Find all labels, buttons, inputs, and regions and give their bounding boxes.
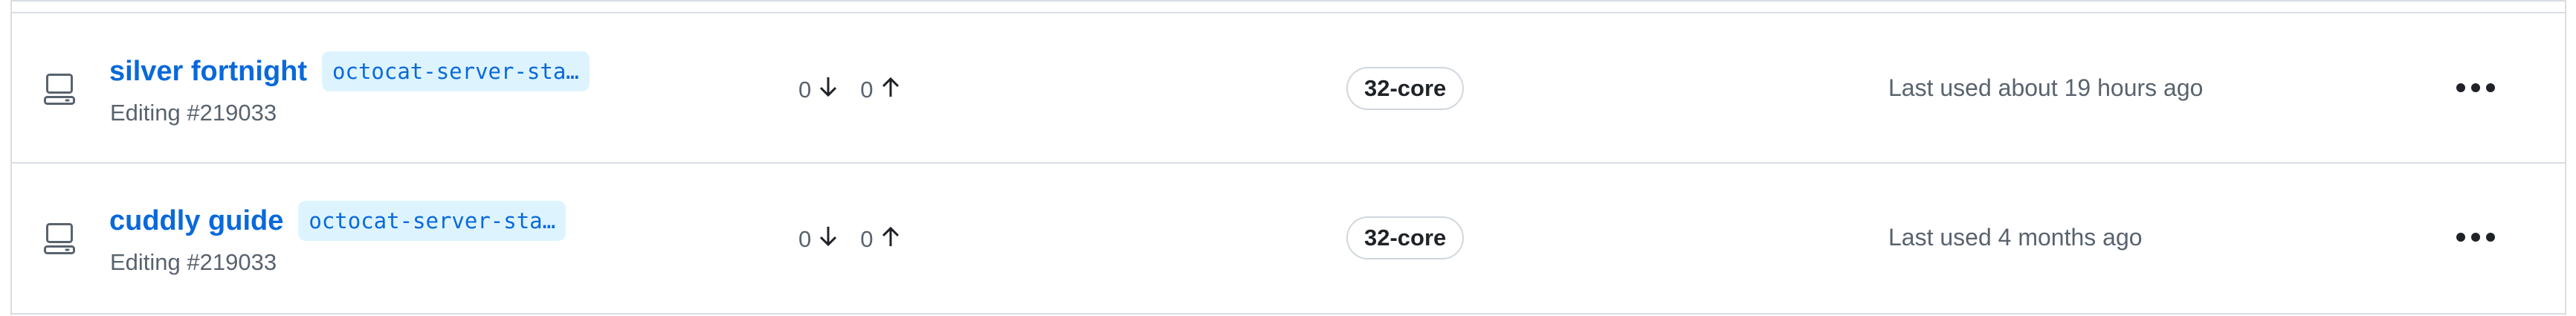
codespace-title-line: silver fortnight octocat-server-sta… <box>109 48 590 95</box>
codespace-name-link[interactable]: cuddly guide <box>109 205 283 237</box>
codespace-subtitle: Editing #219033 <box>110 100 277 126</box>
branch-label[interactable]: octocat-server-sta… <box>298 201 566 241</box>
ahead-count: 0 <box>860 77 874 103</box>
machine-type-badge: 32-core <box>1346 67 1465 110</box>
kebab-horizontal-icon <box>2455 82 2496 97</box>
codespace-row: silver fortnight octocat-server-sta… Edi… <box>12 12 2565 164</box>
behind-count: 0 <box>798 77 812 103</box>
arrow-down-icon <box>816 74 841 106</box>
arrow-up-icon <box>878 74 903 106</box>
codespace-machine-icon <box>42 221 77 257</box>
codespace-title-line: cuddly guide octocat-server-sta… <box>109 197 566 245</box>
branch-label[interactable]: octocat-server-sta… <box>322 51 590 91</box>
sync-status: 0 0 <box>798 74 903 106</box>
behind-count: 0 <box>798 226 812 252</box>
last-used-text: Last used about 19 hours ago <box>1888 74 2204 101</box>
more-options-button[interactable] <box>2452 71 2499 107</box>
more-options-button[interactable] <box>2452 221 2499 257</box>
codespace-name-link[interactable]: silver fortnight <box>109 56 307 88</box>
kebab-horizontal-icon <box>2455 231 2496 247</box>
codespace-row: cuddly guide octocat-server-sta… Editing… <box>12 163 2565 315</box>
codespace-machine-icon <box>42 71 77 107</box>
last-used-text: Last used 4 months ago <box>1888 224 2143 251</box>
arrow-down-icon <box>816 224 841 255</box>
arrow-up-icon <box>878 224 903 255</box>
codespace-subtitle: Editing #219033 <box>110 249 277 275</box>
sync-status: 0 0 <box>798 224 903 255</box>
machine-type-badge: 32-core <box>1346 216 1465 259</box>
codespaces-list: silver fortnight octocat-server-sta… Edi… <box>10 0 2566 315</box>
ahead-count: 0 <box>860 226 874 252</box>
